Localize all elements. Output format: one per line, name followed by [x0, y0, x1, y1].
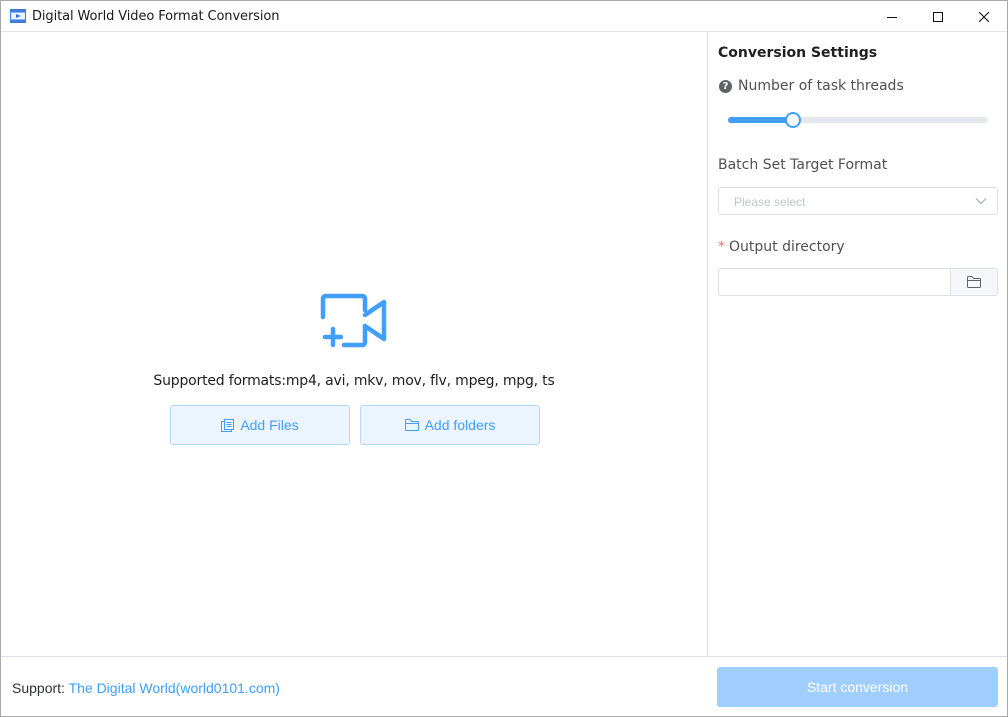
select-placeholder: Please select: [734, 195, 806, 209]
support-text: Support: The Digital World(world0101.com…: [12, 680, 280, 696]
folder-icon: [404, 419, 419, 431]
output-directory-input[interactable]: [719, 269, 951, 295]
settings-title: Conversion Settings: [718, 45, 878, 61]
output-label-row: * Output directory: [718, 239, 845, 255]
close-icon: [979, 11, 989, 22]
threads-label-row: ? Number of task threads: [718, 78, 904, 94]
title-bar: Digital World Video Format Conversion: [1, 1, 1007, 32]
target-format-select[interactable]: Please select: [718, 187, 998, 215]
threads-label: Number of task threads: [738, 78, 904, 94]
chevron-down-icon: [975, 198, 987, 205]
video-app-icon: [10, 9, 26, 23]
question-circle-icon[interactable]: ?: [719, 79, 732, 93]
footer-bar: Support: The Digital World(world0101.com…: [1, 656, 1007, 716]
add-folders-button[interactable]: Add folders: [360, 405, 540, 445]
required-mark: *: [718, 239, 725, 255]
add-video-icon[interactable]: [320, 293, 388, 349]
minimize-button[interactable]: [869, 1, 915, 32]
maximize-icon: [933, 11, 943, 22]
browse-directory-button[interactable]: [950, 269, 997, 295]
slider-handle[interactable]: [785, 112, 801, 128]
app-window: Digital World Video Format Conversion Su…: [0, 0, 1008, 717]
add-files-label: Add Files: [240, 417, 299, 433]
supported-formats-text: Supported formats:mp4, avi, mkv, mov, fl…: [153, 373, 555, 389]
threads-slider[interactable]: [728, 112, 988, 128]
slider-fill: [728, 117, 793, 123]
maximize-button[interactable]: [915, 1, 961, 32]
support-link[interactable]: The Digital World(world0101.com): [69, 680, 280, 696]
close-button[interactable]: [961, 1, 1007, 32]
add-folders-label: Add folders: [424, 417, 496, 433]
minimize-icon: [887, 16, 897, 18]
output-label: Output directory: [729, 239, 845, 255]
add-files-button[interactable]: Add Files: [170, 405, 350, 445]
batch-format-label: Batch Set Target Format: [718, 157, 888, 173]
output-directory-group: [718, 268, 998, 296]
settings-panel: Conversion Settings ? Number of task thr…: [708, 32, 1007, 656]
start-conversion-button[interactable]: Start conversion: [717, 667, 998, 707]
support-label: Support:: [12, 680, 69, 696]
window-title: Digital World Video Format Conversion: [32, 9, 280, 24]
files-icon: [221, 418, 235, 432]
folder-open-icon: [967, 276, 981, 288]
